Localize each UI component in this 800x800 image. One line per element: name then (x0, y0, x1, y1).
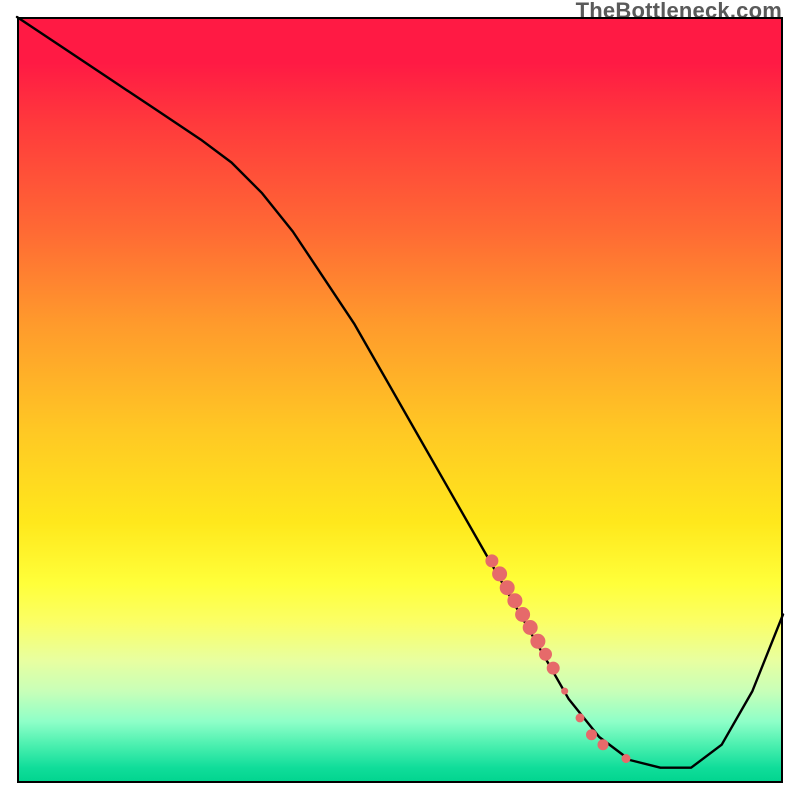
curve-marker (562, 688, 568, 694)
curve-marker (622, 755, 630, 763)
curve-marker (540, 648, 552, 660)
curve-marker (516, 608, 530, 622)
curve-marker (587, 730, 597, 740)
plot-frame (17, 17, 783, 783)
curve-marker (508, 594, 522, 608)
chart-stage: TheBottleneck.com (0, 0, 800, 800)
curve-marker (598, 740, 608, 750)
curve-markers (486, 555, 630, 763)
curve-marker (493, 567, 507, 581)
curve-marker (523, 621, 537, 635)
curve-marker (500, 581, 514, 595)
curve-marker (576, 714, 584, 722)
chart-svg (17, 17, 783, 783)
curve-marker (531, 634, 545, 648)
curve-marker (547, 662, 559, 674)
curve-marker (486, 555, 498, 567)
bottleneck-curve (17, 17, 783, 768)
